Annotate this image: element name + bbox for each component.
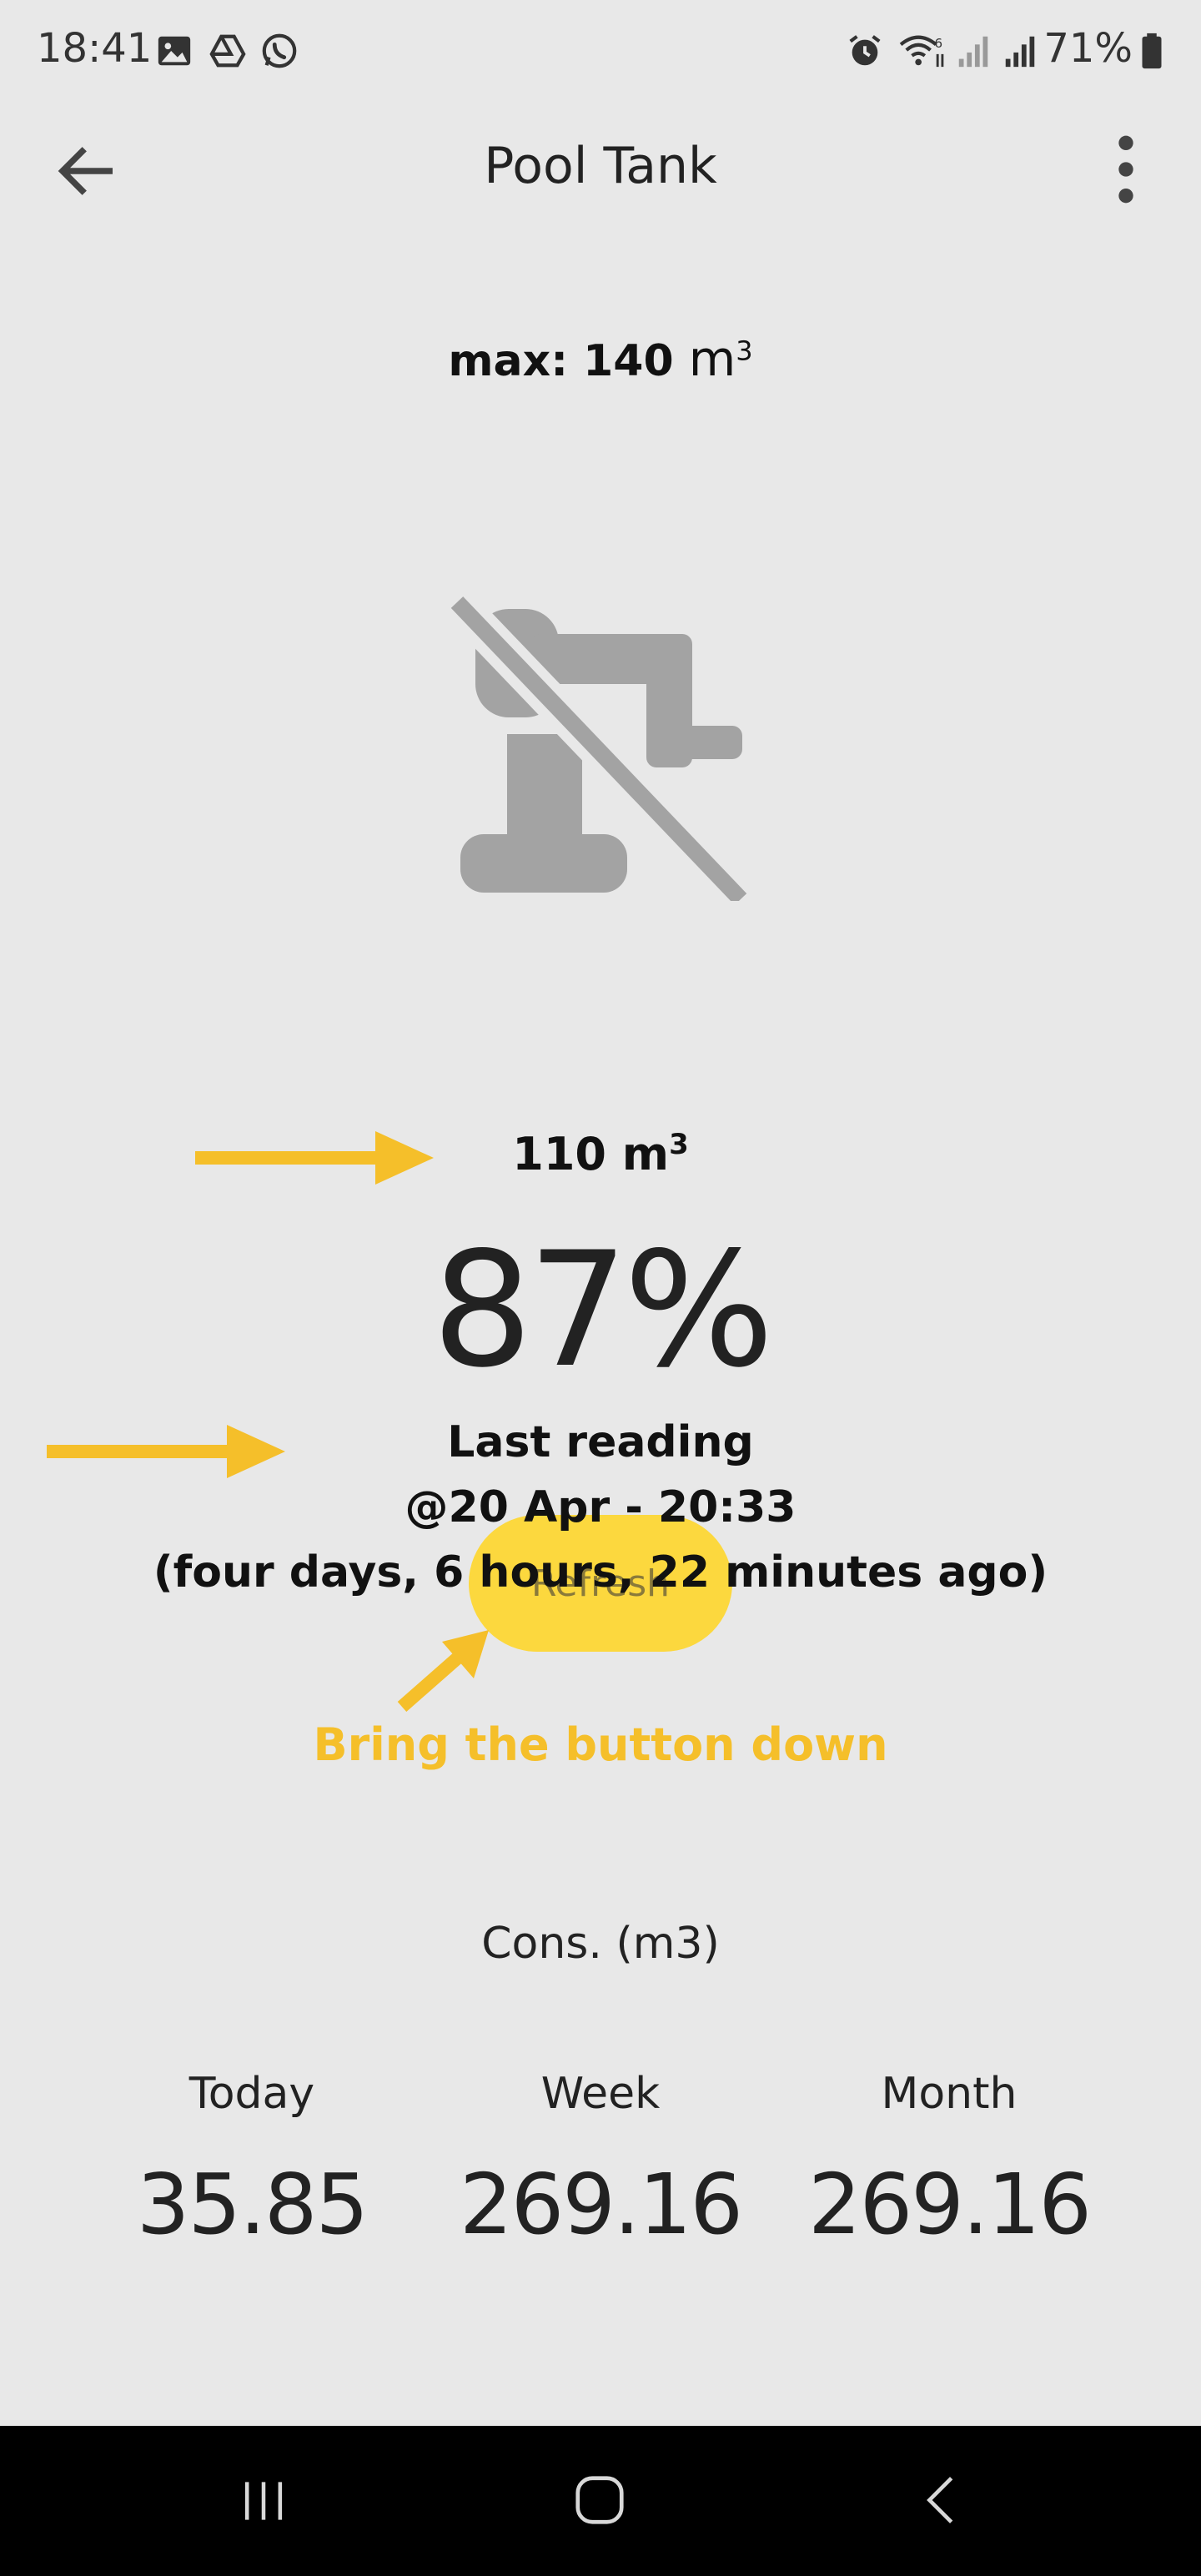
signal-icon bbox=[1005, 36, 1035, 68]
home-button[interactable] bbox=[570, 2471, 629, 2529]
back-nav-button[interactable] bbox=[912, 2471, 971, 2529]
annotation-note: Bring the button down bbox=[313, 1718, 888, 1771]
stat-today: Today 35.85 bbox=[85, 2069, 419, 2253]
drive-icon bbox=[209, 34, 246, 68]
annotation-arrow-button bbox=[397, 1630, 489, 1713]
battery-percentage: 71% bbox=[1043, 25, 1133, 72]
status-time: 18:41 bbox=[37, 25, 153, 72]
stat-month: Month 269.16 bbox=[782, 2069, 1116, 2253]
stat-value: 35.85 bbox=[136, 2156, 369, 2253]
stat-value: 269.16 bbox=[460, 2156, 743, 2253]
svg-text:6: 6 bbox=[934, 36, 942, 51]
last-reading-text: Last reading @20 Apr - 20:33 (four days,… bbox=[0, 1410, 1201, 1605]
signal-icon bbox=[958, 36, 988, 68]
stat-label: Month bbox=[881, 2069, 1018, 2119]
current-volume-label: 110 m3 bbox=[512, 1128, 689, 1180]
fill-percentage: 87% bbox=[431, 1218, 774, 1402]
robot-off-icon bbox=[445, 591, 751, 901]
more-options-button[interactable] bbox=[1093, 132, 1159, 207]
last-reading-ago: (four days, 6 hours, 22 minutes ago) bbox=[153, 1547, 1048, 1597]
wifi-icon: 6 bbox=[899, 35, 944, 68]
stat-week: Week 269.16 bbox=[434, 2069, 767, 2253]
system-nav-bar bbox=[0, 2426, 1201, 2576]
last-reading-title: Last reading bbox=[447, 1417, 754, 1467]
last-reading-date: @20 Apr - 20:33 bbox=[405, 1482, 796, 1532]
page-title: Pool Tank bbox=[484, 137, 717, 195]
stat-label: Week bbox=[540, 2069, 661, 2119]
consumption-title: Cons. (m3) bbox=[481, 1919, 720, 1969]
more-vert-icon bbox=[1118, 135, 1133, 204]
recents-button[interactable] bbox=[235, 2473, 292, 2529]
alarm-icon bbox=[849, 35, 881, 66]
battery-icon bbox=[1142, 33, 1162, 69]
stat-value: 269.16 bbox=[808, 2156, 1092, 2253]
image-icon bbox=[158, 36, 191, 66]
whatsapp-icon bbox=[262, 33, 297, 68]
max-capacity-label: max: 140 m3 bbox=[448, 330, 753, 387]
stat-label: Today bbox=[188, 2069, 315, 2119]
